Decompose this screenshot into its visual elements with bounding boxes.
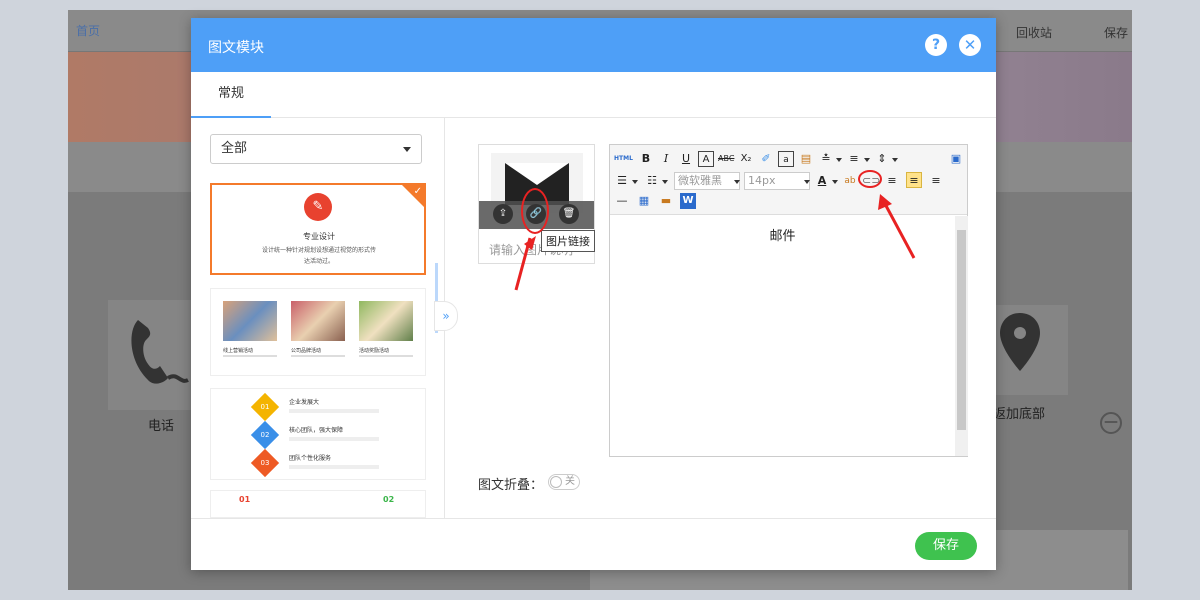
annotation-arrow — [882, 201, 916, 259]
annotation-arrows — [514, 194, 916, 291]
